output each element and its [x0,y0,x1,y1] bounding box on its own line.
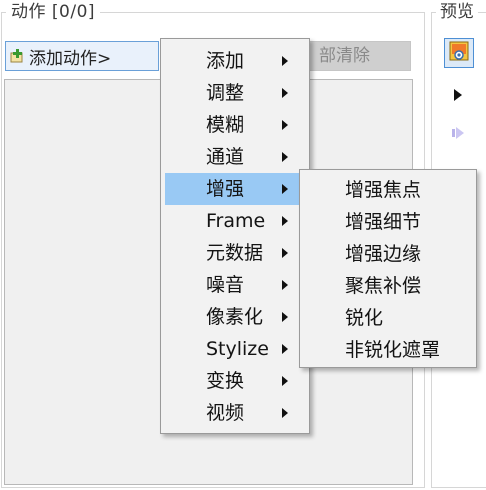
submenu-arrow-icon [282,56,288,66]
menu-item-label: 像素化 [206,306,264,328]
submenu-arrow-icon [282,120,288,130]
menu-item-add[interactable]: 添加 [165,45,305,77]
submenu-item-enhance-focus[interactable]: 增强焦点 [300,174,476,206]
menu-item-noise[interactable]: 噪音 [165,269,305,301]
menu-item-video[interactable]: 视频 [165,397,305,429]
menu-item-transform[interactable]: 变换 [165,365,305,397]
context-menu: 添加 调整 模糊 通道 增强 Frame 元数据 噪音 像素化 Stylize … [160,38,310,434]
menu-item-label: 调整 [206,82,245,104]
menu-item-blur[interactable]: 模糊 [165,109,305,141]
submenu-item-unsharp-mask[interactable]: 非锐化遮罩 [300,334,476,366]
menu-item-label: Stylize [206,338,269,360]
preview-title: 预览 [436,1,478,23]
menu-item-label: 噪音 [206,274,245,296]
submenu-arrow-icon [282,184,288,194]
submenu-arrow-icon [282,88,288,98]
menu-item-label: 通道 [206,146,245,168]
submenu-arrow-icon [282,216,288,226]
preview-image-button[interactable] [444,38,474,68]
menu-item-enhance[interactable]: 增强 [165,173,305,205]
menu-item-adjust[interactable]: 调整 [165,77,305,109]
menu-item-label: Frame [206,210,266,232]
clear-all-button[interactable]: 部清除 [300,41,411,71]
submenu-item-sharpen[interactable]: 锐化 [300,302,476,334]
menu-item-label: 添加 [206,50,245,72]
submenu-arrow-icon [282,248,288,258]
menu-item-frame[interactable]: Frame [165,205,305,237]
add-plus-icon [10,48,26,64]
image-icon [449,41,469,65]
submenu-item-enhance-detail[interactable]: 增强细节 [300,206,476,238]
submenu-arrow-icon [282,152,288,162]
menu-item-pixelate[interactable]: 像素化 [165,301,305,333]
enhance-submenu: 增强焦点 增强细节 增强边缘 聚焦补偿 锐化 非锐化遮罩 [299,169,477,368]
submenu-arrow-icon [282,344,288,354]
menu-item-label: 模糊 [206,114,245,136]
menu-item-label: 变换 [206,370,245,392]
menu-item-channel[interactable]: 通道 [165,141,305,173]
step-forward-icon[interactable] [452,125,466,144]
submenu-arrow-icon [282,408,288,418]
submenu-item-focus-compensation[interactable]: 聚焦补偿 [300,270,476,302]
submenu-item-enhance-edges[interactable]: 增强边缘 [300,238,476,270]
submenu-arrow-icon [282,376,288,386]
actions-title: 动作 [0/0] [6,1,101,23]
menu-item-label: 元数据 [206,242,264,264]
menu-item-metadata[interactable]: 元数据 [165,237,305,269]
add-action-label: 添加动作> [29,48,112,69]
submenu-arrow-icon [282,280,288,290]
menu-item-label: 视频 [206,402,245,424]
play-icon[interactable] [454,86,462,105]
add-action-button[interactable]: 添加动作> [5,41,159,71]
menu-item-stylize[interactable]: Stylize [165,333,305,365]
submenu-arrow-icon [282,312,288,322]
menu-item-label: 增强 [206,178,245,200]
